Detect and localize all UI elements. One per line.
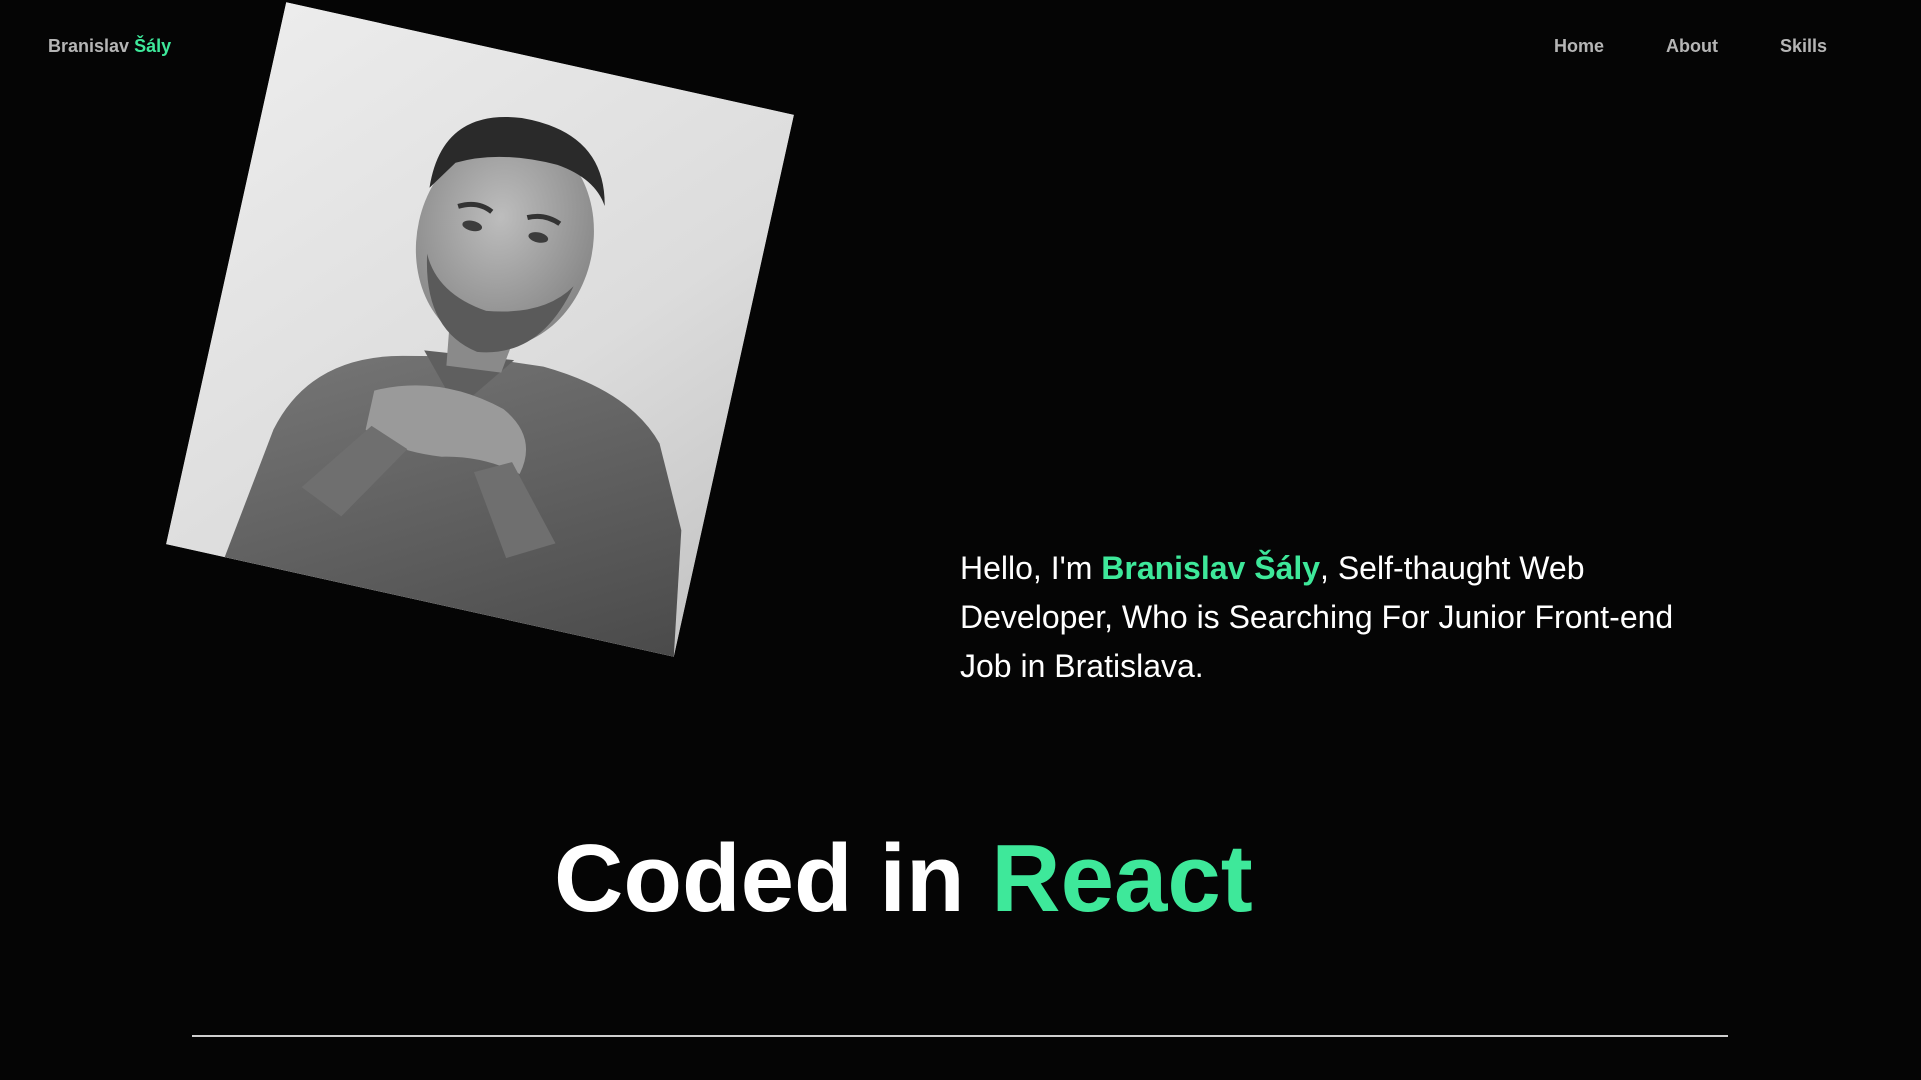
brand-logo[interactable]: Branislav Šály bbox=[48, 36, 171, 57]
coded-in-heading: Coded in React bbox=[554, 824, 1253, 934]
intro-prefix: Hello, I'm bbox=[960, 550, 1102, 586]
profile-photo-illustration bbox=[166, 2, 794, 657]
brand-last-name: Šály bbox=[134, 36, 172, 56]
coded-tech: React bbox=[991, 825, 1253, 933]
profile-photo bbox=[166, 2, 794, 657]
nav-item-about[interactable]: About bbox=[1666, 36, 1718, 57]
intro-text: Hello, I'm Branislav Šály, Self-thaught … bbox=[960, 544, 1720, 691]
main-nav: Home About Skills bbox=[1554, 36, 1827, 57]
intro-name: Branislav Šály bbox=[1101, 550, 1321, 586]
section-divider bbox=[192, 1035, 1728, 1037]
page: Branislav Šály Home About Skills Hello, … bbox=[0, 0, 1921, 1080]
nav-item-home[interactable]: Home bbox=[1554, 36, 1604, 57]
coded-prefix: Coded in bbox=[554, 825, 992, 933]
nav-item-skills[interactable]: Skills bbox=[1780, 36, 1827, 57]
brand-first-name: Branislav bbox=[48, 36, 130, 56]
